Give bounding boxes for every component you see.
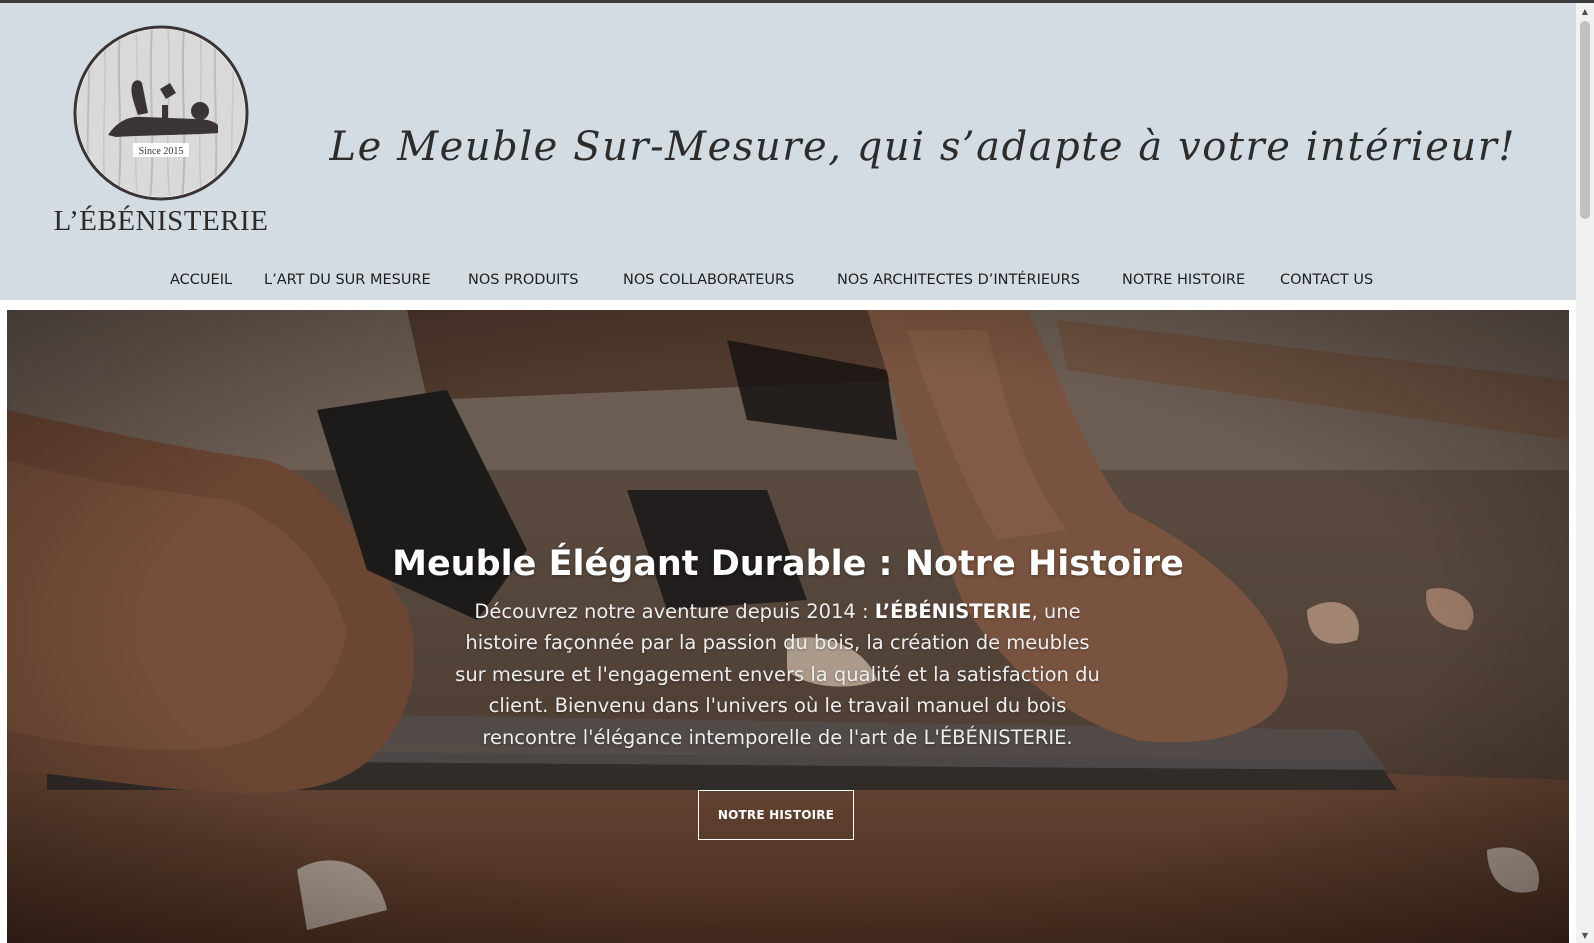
brand-name: L’ÉBÉNISTERIE bbox=[54, 204, 269, 237]
tagline: Le Meuble Sur-Mesure, qui s’adapte à vot… bbox=[315, 115, 1530, 185]
tagline-text: Le Meuble Sur-Mesure, qui s’adapte à vot… bbox=[329, 124, 1515, 170]
hero-description: Découvrez notre aventure depuis 2014 : L… bbox=[455, 596, 1100, 753]
nav-item-nos-produits[interactable]: NOS PRODUITS bbox=[468, 272, 578, 288]
site-logo[interactable]: Since 2015 L’ÉBÉNISTERIE bbox=[20, 23, 312, 245]
notre-histoire-button[interactable]: NOTRE HISTOIRE bbox=[698, 790, 854, 840]
main-navigation: ACCUEIL L’ART DU SUR MESURE NOS PRODUITS… bbox=[0, 268, 1576, 300]
hero-section: Meuble Élégant Durable : Notre Histoire … bbox=[7, 310, 1569, 943]
site-header: Since 2015 L’ÉBÉNISTERIE Le Meuble Sur-M… bbox=[0, 3, 1576, 300]
nav-item-nos-architectes[interactable]: NOS ARCHITECTES D’INTÉRIEURS bbox=[837, 272, 1080, 288]
triangle-up-icon[interactable]: ▲ bbox=[1576, 3, 1594, 19]
logo-graphic: Since 2015 L’ÉBÉNISTERIE bbox=[54, 25, 269, 237]
nav-item-notre-histoire[interactable]: NOTRE HISTOIRE bbox=[1122, 272, 1245, 288]
scrollbar-thumb[interactable] bbox=[1580, 21, 1590, 219]
triangle-down-icon[interactable]: ▼ bbox=[1576, 927, 1594, 943]
hero-text-brand: L’ÉBÉNISTERIE bbox=[874, 600, 1032, 623]
nav-item-art-du-sur-mesure[interactable]: L’ART DU SUR MESURE bbox=[264, 272, 431, 288]
nav-item-accueil[interactable]: ACCUEIL bbox=[170, 272, 232, 288]
since-badge-text: Since 2015 bbox=[139, 146, 184, 157]
nav-item-contact-us[interactable]: CONTACT US bbox=[1280, 272, 1373, 288]
hero-text-intro: Découvrez notre aventure depuis 2014 : bbox=[474, 600, 875, 623]
hero-title: Meuble Élégant Durable : Notre Histoire bbox=[392, 544, 1184, 584]
nav-item-nos-collaborateurs[interactable]: NOS COLLABORATEURS bbox=[623, 272, 794, 288]
vertical-scrollbar[interactable]: ▲ ▼ bbox=[1576, 3, 1594, 943]
